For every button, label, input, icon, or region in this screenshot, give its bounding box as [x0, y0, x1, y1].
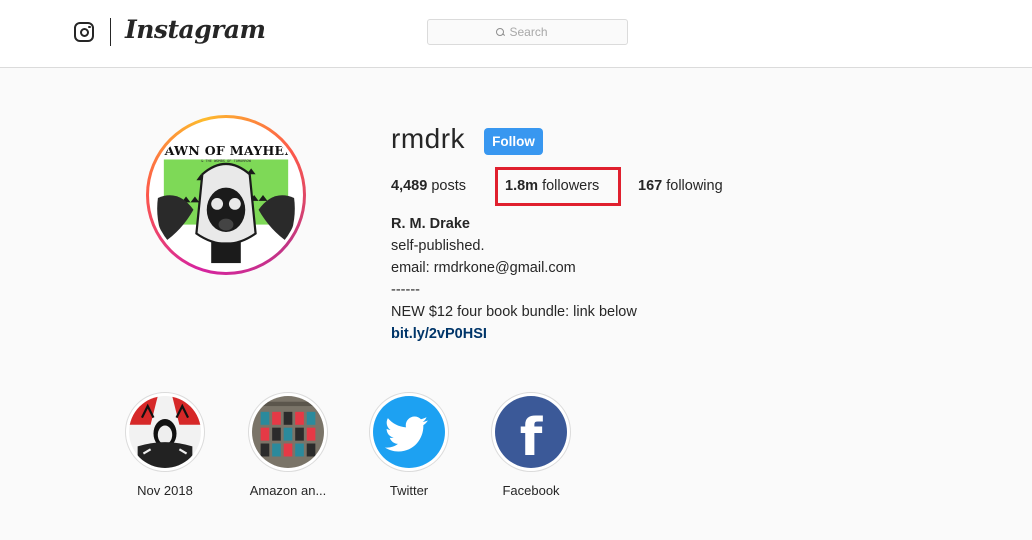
following-count-label: following	[666, 178, 723, 194]
following-count-value: 167	[638, 178, 663, 194]
posts-count: 4,489 posts	[391, 178, 466, 194]
facebook-f-glyph: f	[519, 408, 543, 468]
highlight-label: Nov 2018	[137, 483, 193, 498]
bio-line-3: ------	[391, 282, 420, 298]
profile-avatar[interactable]: DAWN OF MAYHEM & THE WOMBS OF TOMORROW	[152, 121, 300, 269]
instagram-glyph-icon[interactable]	[74, 22, 94, 42]
instagram-wordmark[interactable]: Instagram	[125, 15, 266, 44]
highlight-label: Facebook	[502, 483, 560, 498]
story-highlight[interactable]: Nov 2018	[105, 392, 225, 498]
posts-count-value: 4,489	[391, 178, 428, 194]
search-input[interactable]	[509, 25, 560, 39]
highlight-label: Amazon an...	[249, 483, 327, 498]
bio-line-2: email: rmdrkone@gmail.com	[391, 260, 576, 276]
followers-annotation-box	[495, 167, 621, 206]
search-icon	[495, 27, 505, 37]
bio-line-4: NEW $12 four book bundle: link below	[391, 304, 637, 320]
avatar-inner-border: DAWN OF MAYHEM & THE WOMBS OF TOMORROW	[149, 118, 303, 272]
bio-website-link[interactable]: bit.ly/2vP0HSI	[391, 326, 487, 342]
bio-line-1: self-published.	[391, 238, 485, 254]
twitter-bird-shape	[384, 416, 428, 452]
highlight-amazon-image	[252, 396, 324, 468]
following-link[interactable]: 167 following	[638, 178, 723, 194]
highlight-ring	[125, 392, 205, 472]
follow-button[interactable]: Follow	[484, 128, 543, 155]
story-highlight[interactable]: Amazon an...	[228, 392, 348, 498]
amazon-books-artwork	[252, 396, 324, 468]
highlight-ring: f	[491, 392, 571, 472]
top-navigation-bar: Instagram	[0, 0, 1032, 68]
avatar-title-text: DAWN OF MAYHEM	[153, 143, 299, 158]
camera-lens-shape	[79, 27, 89, 37]
story-highlight[interactable]: Twitter	[349, 392, 469, 498]
nov-2018-artwork	[129, 396, 201, 468]
camera-flash-dot	[88, 25, 91, 28]
profile-full-name: R. M. Drake	[391, 216, 470, 232]
profile-username: rmdrk	[391, 123, 466, 154]
highlight-nov-2018-image	[129, 396, 201, 468]
logo-divider	[110, 18, 111, 46]
twitter-bird-icon	[373, 396, 445, 468]
profile-avatar-story-ring[interactable]: DAWN OF MAYHEM & THE WOMBS OF TOMORROW	[146, 115, 306, 275]
avatar-subtitle-text: & THE WOMBS OF TOMORROW	[201, 159, 251, 163]
search-box[interactable]	[427, 19, 628, 45]
highlight-label: Twitter	[389, 483, 429, 498]
posts-count-label: posts	[431, 178, 466, 194]
story-highlight[interactable]: f Facebook	[471, 392, 591, 498]
highlight-ring	[369, 392, 449, 472]
highlight-ring	[248, 392, 328, 472]
facebook-f-icon: f	[495, 396, 567, 468]
